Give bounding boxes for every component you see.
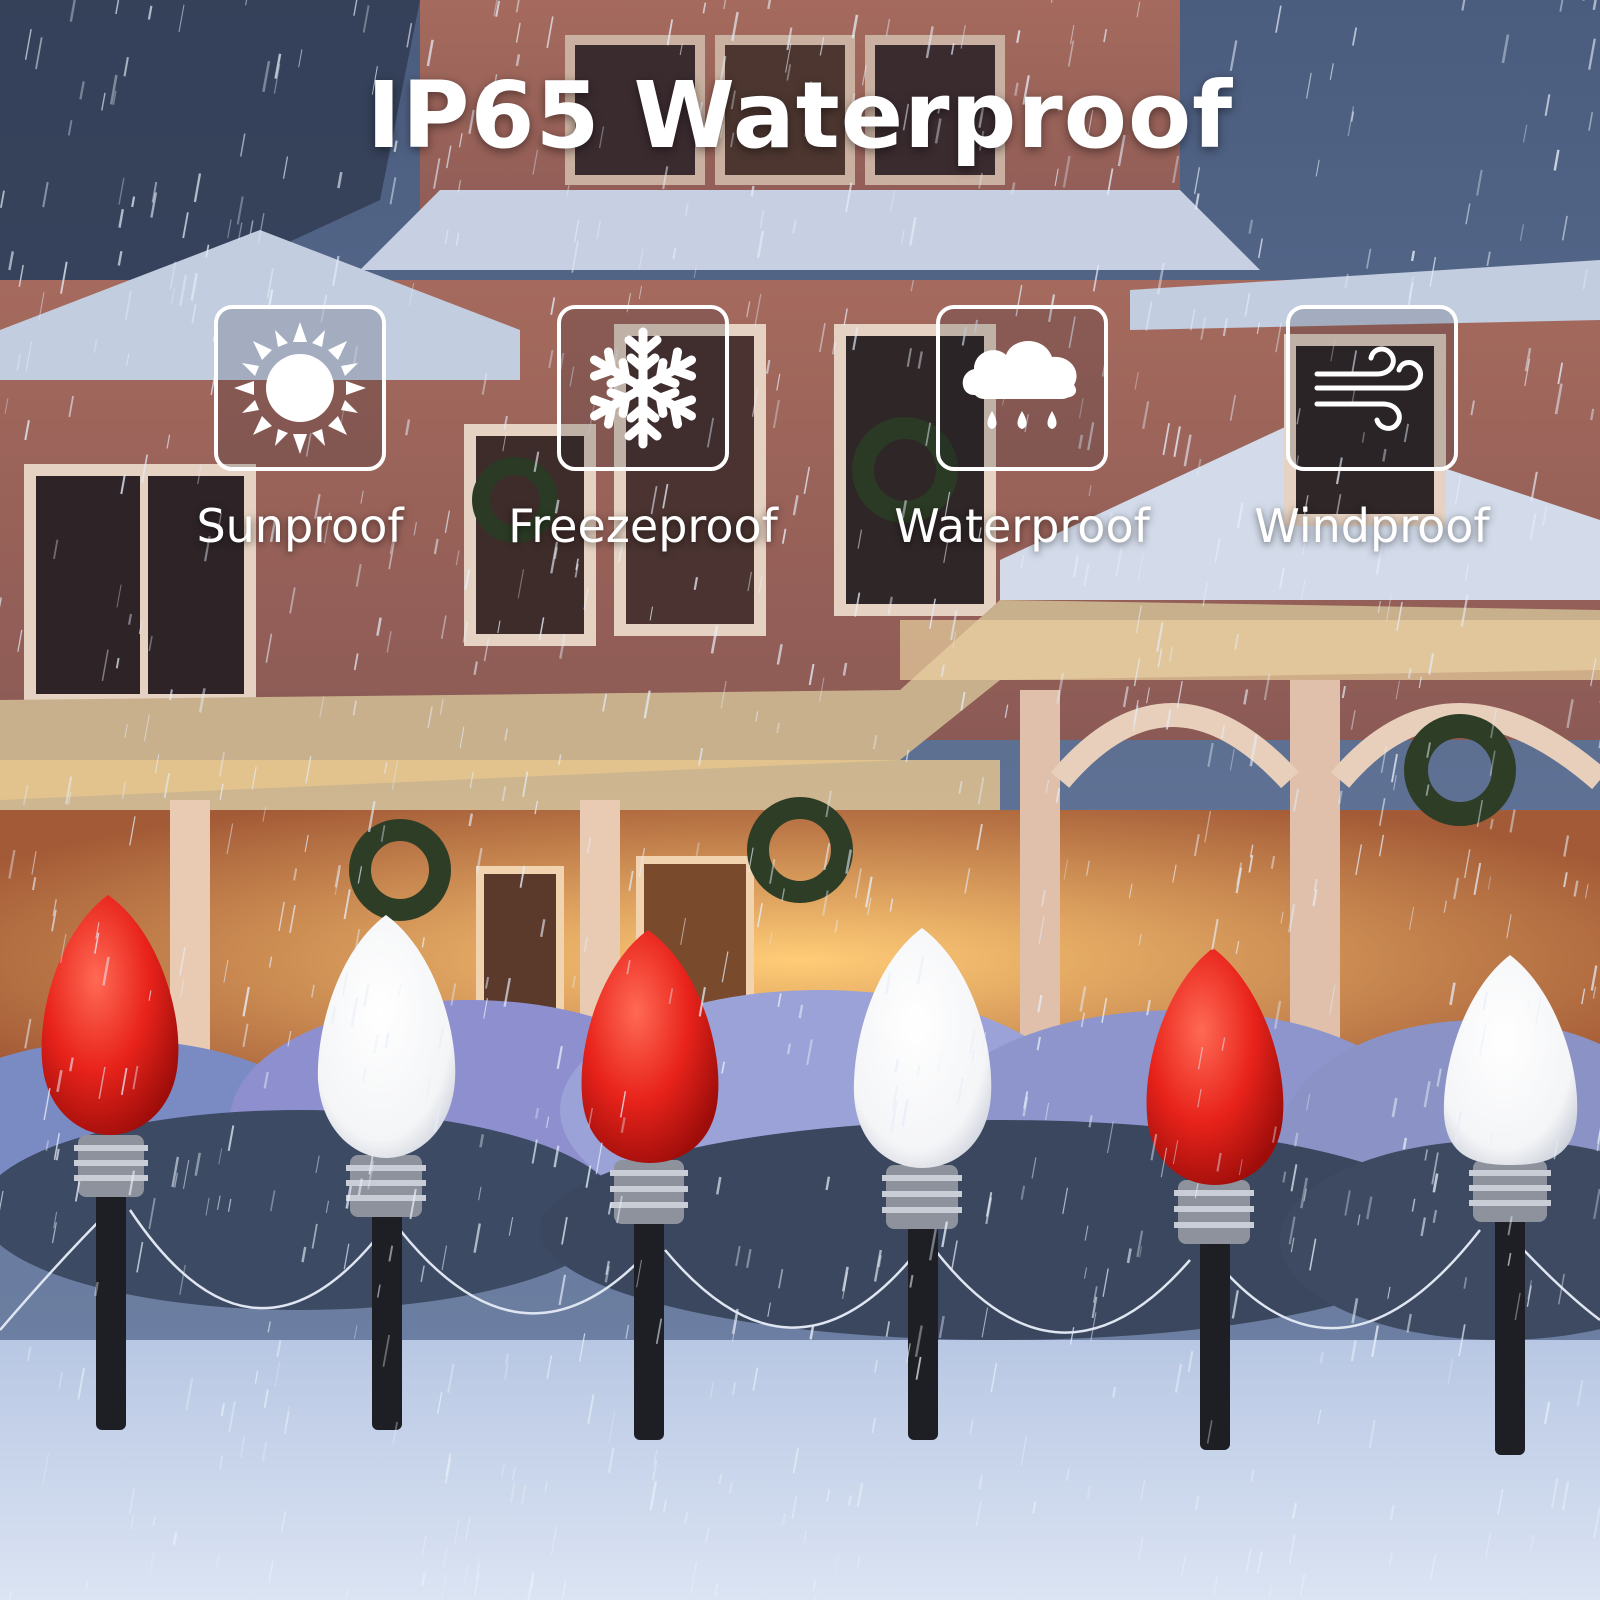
feature-label: Freezeproof <box>508 499 778 553</box>
product-scene: IP65 Waterproof Sunproof Freezeproof Wat… <box>0 0 1600 1600</box>
feature-windproof: Windproof <box>1222 305 1522 553</box>
feature-sunproof: Sunproof <box>150 305 450 553</box>
feature-label: Sunproof <box>196 499 404 553</box>
feature-waterproof: Waterproof <box>872 305 1172 553</box>
headline: IP65 Waterproof <box>366 62 1234 169</box>
feature-icon-box <box>1286 305 1458 471</box>
red-bulb-stake <box>1146 948 1284 1450</box>
feature-label: Waterproof <box>894 499 1150 553</box>
feature-icon-box <box>936 305 1108 471</box>
rain-cloud-icon <box>962 341 1077 429</box>
red-bulb-stake <box>41 895 179 1430</box>
white-bulb-stake <box>853 928 992 1440</box>
white-bulb-stake <box>1443 955 1578 1455</box>
sun-icon <box>234 322 366 454</box>
white-bulb-stake <box>317 915 456 1430</box>
feature-icon-box <box>557 305 729 471</box>
snowflake-icon <box>578 327 708 453</box>
feature-freezeproof: Freezeproof <box>493 305 793 553</box>
feature-label: Windproof <box>1254 499 1490 553</box>
red-bulb-stake <box>581 930 719 1440</box>
feature-icon-box <box>214 305 386 471</box>
wind-icon <box>1314 346 1423 431</box>
bulb-stake-row <box>41 895 1578 1455</box>
